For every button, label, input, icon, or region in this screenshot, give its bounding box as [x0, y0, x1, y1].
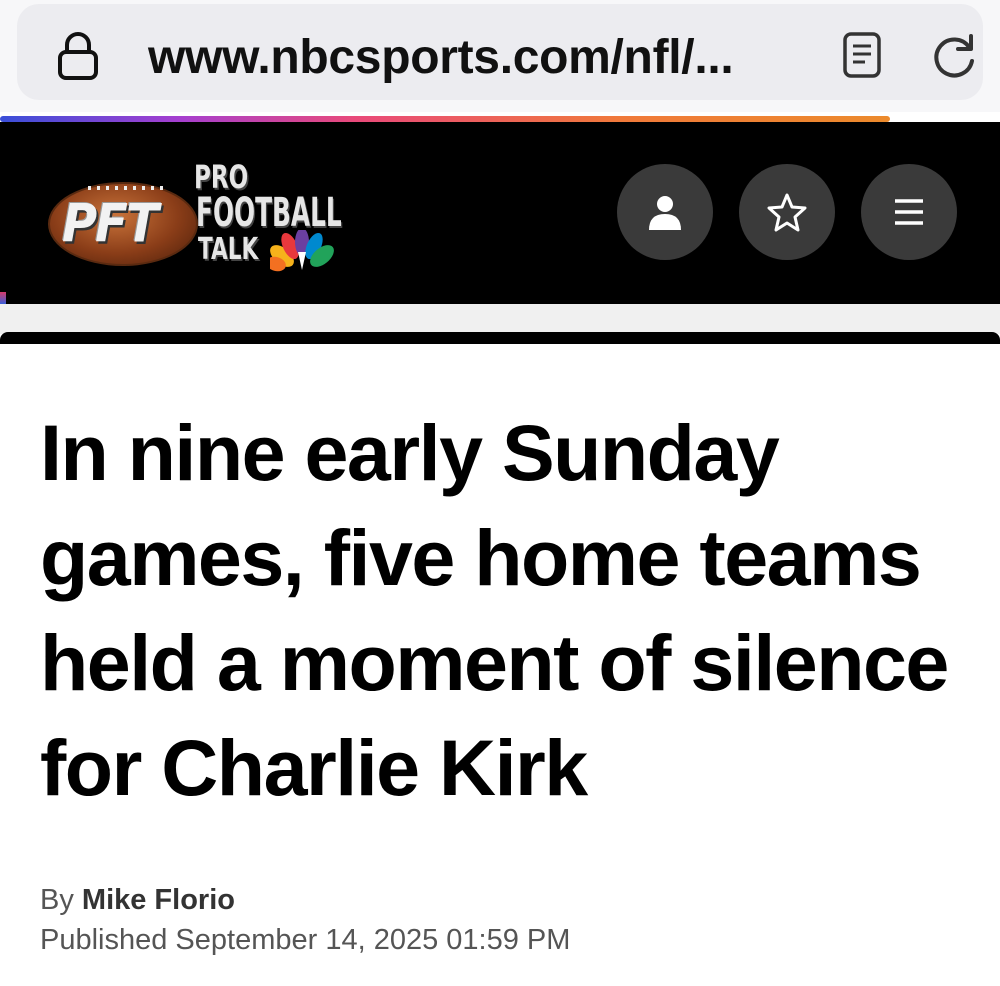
author-link[interactable]: Mike Florio: [82, 884, 235, 916]
byline-prefix: By: [40, 884, 74, 916]
reader-mode-icon[interactable]: [843, 32, 881, 78]
football-laces: [88, 186, 168, 190]
article-top-rule: [0, 332, 1000, 344]
url-text[interactable]: www.nbcsports.com/nfl/...: [148, 30, 734, 85]
address-bar[interactable]: www.nbcsports.com/nfl/...: [17, 4, 983, 100]
menu-icon: [895, 199, 923, 225]
header-edge-accent: [0, 292, 6, 304]
reload-icon[interactable]: [929, 31, 979, 81]
site-header: PFT PRO FOOTBALL TALK: [0, 122, 1000, 304]
lock-icon: [58, 32, 98, 80]
account-icon: [649, 196, 681, 230]
logo-word-talk: TALK: [198, 232, 259, 267]
favorites-button[interactable]: [739, 164, 835, 260]
published-date: Published September 14, 2025 01:59 PM: [40, 924, 571, 956]
browser-toolbar: www.nbcsports.com/nfl/...: [0, 0, 1000, 112]
menu-button[interactable]: [861, 164, 957, 260]
header-gap: [0, 304, 1000, 334]
byline: By Mike Florio: [40, 884, 235, 917]
article-headline: In nine early Sunday games, five home te…: [40, 408, 949, 812]
nbc-peacock-icon: [270, 230, 334, 272]
pft-logo[interactable]: PFT PRO FOOTBALL TALK: [48, 150, 388, 280]
star-icon: [767, 193, 807, 232]
logo-initials: PFT: [62, 193, 159, 255]
account-button[interactable]: [617, 164, 713, 260]
